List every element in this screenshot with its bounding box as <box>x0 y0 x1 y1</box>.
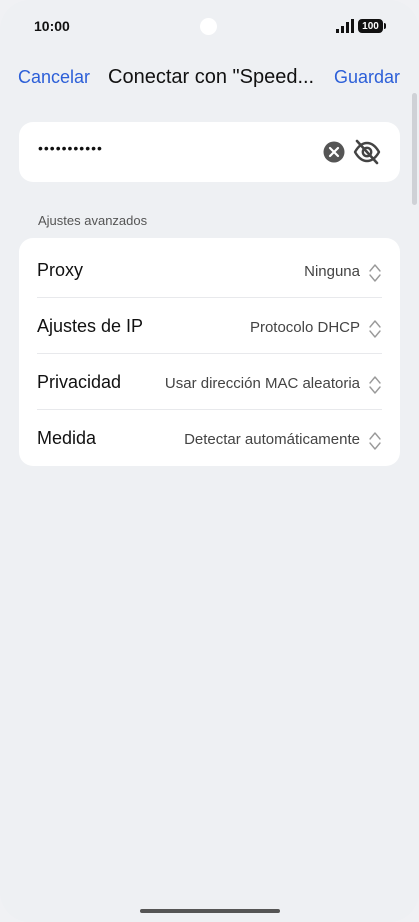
row-value: Ninguna <box>304 263 360 280</box>
row-metered[interactable]: Medida Detectar automáticamente <box>19 410 400 466</box>
chevron-up-down-icon <box>369 320 381 338</box>
section-title-advanced: Ajustes avanzados <box>38 213 148 228</box>
row-ip-settings[interactable]: Ajustes de IP Protocolo DHCP <box>19 298 400 354</box>
battery-icon: 100 <box>358 19 383 33</box>
row-label: Privacidad <box>37 372 122 392</box>
header-bar: Cancelar Conectar con "Speed... Guardar <box>0 56 419 100</box>
row-privacy[interactable]: Privacidad Usar dirección MAC aleatoria <box>19 354 400 410</box>
password-field[interactable]: ••••••••••• <box>19 122 400 182</box>
scrollbar[interactable] <box>412 93 417 205</box>
row-value: Detectar automáticamente <box>184 431 360 448</box>
home-indicator[interactable] <box>140 909 280 913</box>
page-title: Conectar con "Speed... <box>108 66 315 88</box>
row-label: Medida <box>37 428 97 448</box>
status-bar: 10:00 100 <box>0 0 419 52</box>
signal-icon <box>336 19 354 33</box>
hide-password-icon[interactable] <box>353 139 381 165</box>
row-label: Ajustes de IP <box>37 316 144 336</box>
status-time: 10:00 <box>34 18 70 34</box>
battery-tip <box>384 23 386 29</box>
chevron-up-down-icon <box>369 432 381 450</box>
chevron-up-down-icon <box>369 376 381 394</box>
chevron-up-down-icon <box>369 264 381 282</box>
battery-level: 100 <box>362 20 379 32</box>
row-value: Usar dirección MAC aleatoria <box>164 375 360 392</box>
front-camera-cutout <box>200 18 217 35</box>
clear-icon[interactable] <box>323 141 345 163</box>
row-label: Proxy <box>37 260 84 280</box>
save-button[interactable]: Guardar <box>334 67 400 88</box>
phone-screen: 10:00 100 Cancelar Conectar con "Speed..… <box>0 0 419 922</box>
row-proxy[interactable]: Proxy Ninguna <box>19 242 400 298</box>
row-value: Protocolo DHCP <box>249 319 360 336</box>
password-value: ••••••••••• <box>38 140 103 156</box>
cancel-button[interactable]: Cancelar <box>18 67 90 88</box>
advanced-settings-list: Proxy Ninguna Ajustes de IP Protocolo DH… <box>19 238 400 466</box>
